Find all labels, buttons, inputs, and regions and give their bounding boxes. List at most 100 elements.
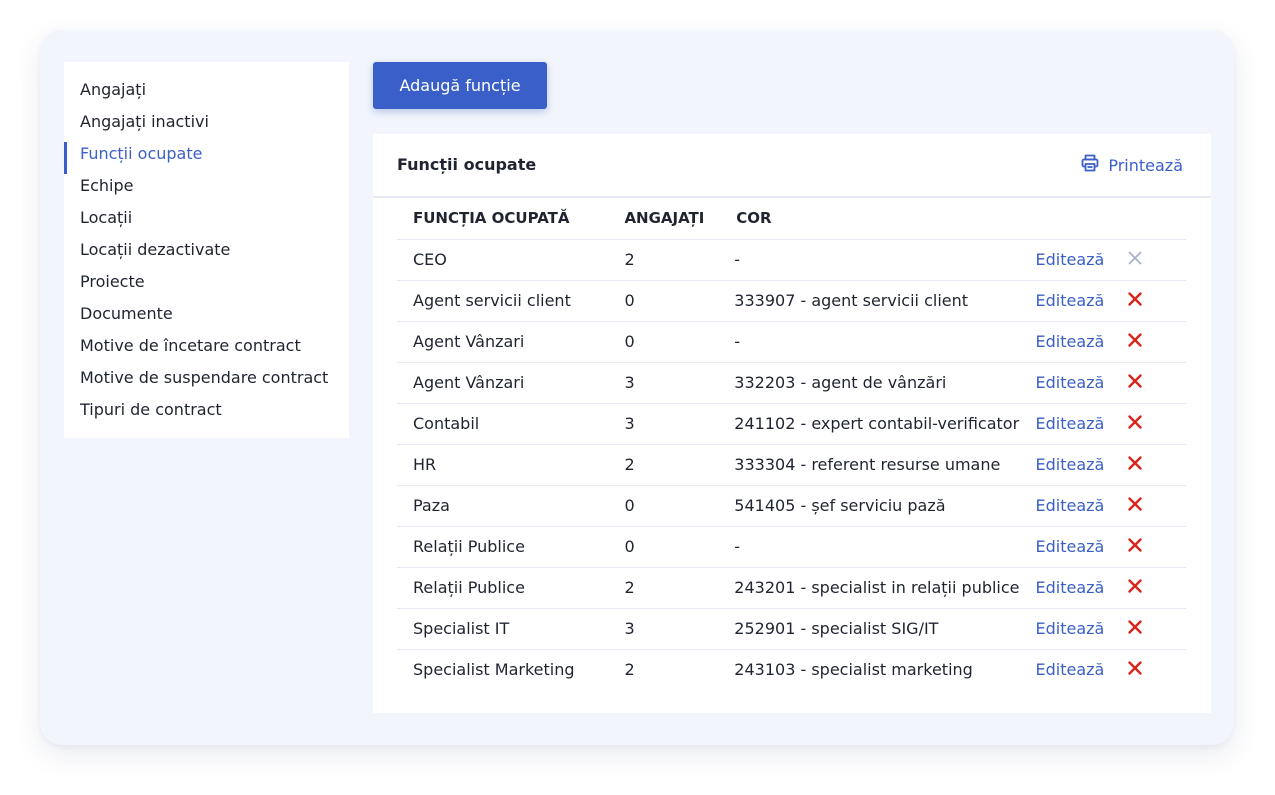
edit-link[interactable]: Editează	[1019, 239, 1125, 281]
delete-cell	[1124, 280, 1186, 322]
employees-cell: 2	[608, 567, 721, 609]
sidebar-item-suspension-reasons[interactable]: Motive de suspendare contract	[64, 362, 349, 394]
function-cell: CEO	[397, 239, 609, 281]
employees-cell: 3	[608, 403, 721, 445]
cor-cell: 243201 - specialist in relații publice	[720, 567, 1020, 609]
employees-cell: 3	[608, 362, 721, 404]
print-button[interactable]: Printează	[1081, 154, 1183, 176]
function-cell: Relații Publice	[397, 526, 609, 568]
delete-cell	[1124, 608, 1186, 650]
delete-cell	[1124, 362, 1186, 404]
table-row: Specialist IT 3 252901 - specialist SIG/IT…	[397, 608, 1186, 650]
employees-cell: 0	[608, 485, 721, 527]
function-cell: HR	[397, 444, 609, 486]
edit-link[interactable]: Editează	[1019, 403, 1125, 445]
table-row: Paza 0 541405 - șef serviciu pază Editează	[397, 485, 1186, 527]
functions-panel: Funcții ocupate Printează FUNCȚIA OCUPAT…	[373, 134, 1211, 713]
employees-cell: 2	[608, 239, 721, 281]
delete-cell	[1124, 444, 1186, 486]
edit-link[interactable]: Editează	[1019, 485, 1125, 527]
function-cell: Agent Vânzari	[397, 362, 609, 404]
function-cell: Agent servicii client	[397, 280, 609, 322]
sidebar-item-contract-types[interactable]: Tipuri de contract	[64, 394, 349, 426]
sidebar-item-documents[interactable]: Documente	[64, 298, 349, 330]
table-header-row: FUNCȚIA OCUPATĂ ANGAJAȚI COR	[397, 198, 1186, 240]
cor-cell: 332203 - agent de vânzări	[720, 362, 1020, 404]
cor-cell: 241102 - expert contabil-verificator	[720, 403, 1020, 445]
delete-cell	[1125, 649, 1186, 690]
function-cell: Specialist IT	[397, 608, 609, 650]
edit-link[interactable]: Editează	[1019, 567, 1125, 609]
function-cell: Paza	[397, 485, 609, 527]
delete-icon[interactable]	[1127, 414, 1143, 430]
delete-cell	[1124, 321, 1186, 363]
sidebar-item-teams[interactable]: Echipe	[64, 170, 349, 202]
sidebar-item-deactivated-locations[interactable]: Locații dezactivate	[64, 234, 349, 266]
edit-link[interactable]: Editează	[1019, 526, 1125, 568]
delete-icon[interactable]	[1127, 619, 1143, 635]
employees-cell: 3	[608, 608, 721, 650]
table-row: CEO 2- Editează	[397, 239, 1186, 281]
delete-cell	[1124, 485, 1186, 527]
add-function-button[interactable]: Adaugă funcție	[373, 62, 547, 109]
delete-icon[interactable]	[1127, 660, 1143, 676]
sidebar-item-inactive-employees[interactable]: Angajați inactivi	[64, 106, 349, 138]
edit-link[interactable]: Editează	[1020, 649, 1125, 690]
delete-icon[interactable]	[1127, 373, 1143, 389]
header-edit	[1019, 198, 1125, 240]
cor-cell: 333304 - referent resurse umane	[720, 444, 1020, 486]
employees-cell: 2	[608, 444, 721, 486]
cor-cell: 252901 - specialist SIG/IT	[720, 608, 1020, 650]
function-cell: Relații Publice	[397, 567, 609, 609]
edit-link[interactable]: Editează	[1019, 444, 1125, 486]
edit-link[interactable]: Editează	[1019, 280, 1125, 322]
delete-icon[interactable]	[1127, 455, 1143, 471]
header-function[interactable]: FUNCȚIA OCUPATĂ	[397, 198, 609, 240]
employees-cell: 0	[608, 321, 721, 363]
table-row: Relații Publice 0- Editează	[397, 526, 1186, 568]
delete-cell	[1124, 526, 1186, 568]
cor-cell: -	[720, 321, 1020, 363]
delete-cell	[1124, 403, 1186, 445]
function-cell: Agent Vânzari	[397, 321, 609, 363]
table-row: Agent Vânzari 3 332203 - agent de vânzări E…	[397, 362, 1186, 404]
sidebar-item-projects[interactable]: Proiecte	[64, 266, 349, 298]
header-employees[interactable]: ANGAJAȚI	[608, 198, 721, 240]
table-row: Agent Vânzari 0- Editează	[397, 321, 1186, 363]
sidebar-item-employees[interactable]: Angajați	[64, 74, 349, 106]
edit-link[interactable]: Editează	[1019, 362, 1125, 404]
sidebar-item-locations[interactable]: Locații	[64, 202, 349, 234]
delete-icon[interactable]	[1127, 250, 1143, 266]
cor-cell: -	[720, 239, 1020, 281]
header-delete	[1124, 198, 1186, 240]
table-row: Agent servicii client 0 333907 - agent ser…	[397, 280, 1186, 322]
table-body: CEO 2- Editează Agent servicii client 0 33390…	[397, 239, 1186, 690]
delete-icon[interactable]	[1127, 578, 1143, 594]
table-row: HR 2 333304 - referent resurse umane Editea…	[397, 444, 1186, 486]
employees-cell: 2	[624, 660, 635, 680]
function-cell: Specialist Marketing	[413, 660, 575, 680]
edit-link[interactable]: Editează	[1019, 608, 1125, 650]
functions-table: FUNCȚIA OCUPATĂ ANGAJAȚI COR CEO 2- Editea…	[397, 198, 1186, 690]
printer-icon	[1081, 154, 1108, 176]
print-label: Printează	[1108, 155, 1183, 175]
table-row: Contabil 3 241102 - expert contabil-verifi…	[397, 403, 1186, 445]
panel-header: Funcții ocupate Printează	[373, 134, 1211, 198]
table-row: Specialist Marketing 2 243103 - specialist…	[397, 649, 1186, 690]
delete-icon[interactable]	[1127, 332, 1143, 348]
edit-link[interactable]: Editează	[1019, 321, 1125, 363]
settings-sidebar: Angajați Angajați inactivi Funcții ocupa…	[64, 62, 349, 438]
sidebar-item-termination-reasons[interactable]: Motive de încetare contract	[64, 330, 349, 362]
delete-icon[interactable]	[1127, 291, 1143, 307]
cor-cell: -	[720, 526, 1020, 568]
cor-cell: 541405 - șef serviciu pază	[720, 485, 1020, 527]
cor-cell: 333907 - agent servicii client	[720, 280, 1020, 322]
delete-icon[interactable]	[1127, 537, 1143, 553]
cor-cell: 243103 - specialist marketing	[734, 660, 973, 680]
header-cor[interactable]: COR	[720, 198, 1020, 240]
sidebar-item-occupied-functions[interactable]: Funcții ocupate	[64, 138, 349, 174]
panel-title: Funcții ocupate	[397, 155, 537, 174]
delete-icon[interactable]	[1127, 496, 1143, 512]
employees-cell: 0	[608, 526, 721, 568]
delete-cell	[1124, 239, 1186, 281]
